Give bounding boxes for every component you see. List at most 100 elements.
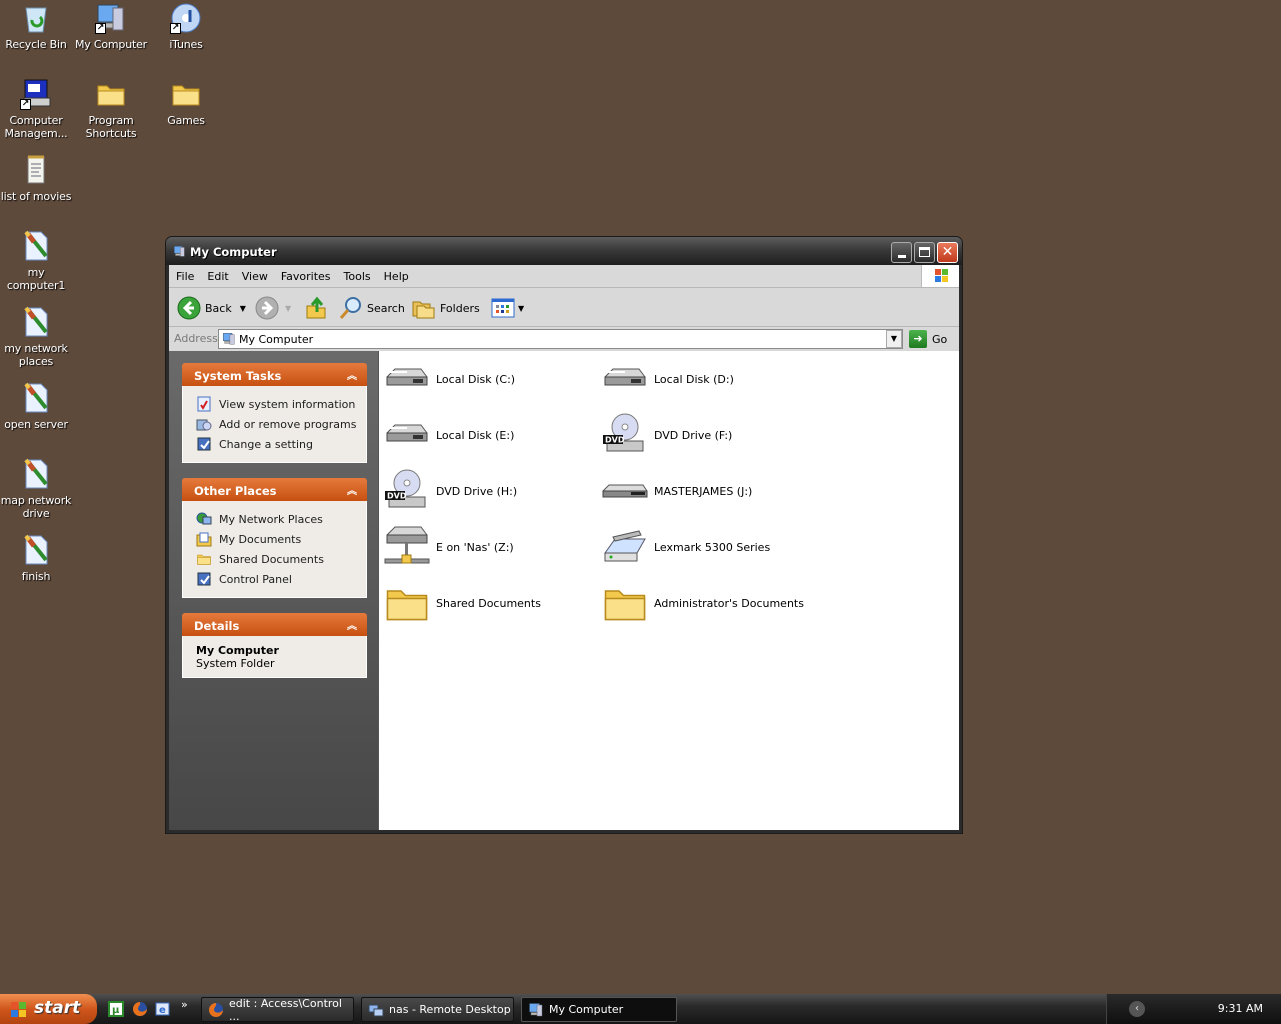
address-label: Address [174, 332, 218, 345]
desktop-icon-map-network-drive[interactable]: map network drive [0, 458, 74, 520]
minimize-button[interactable] [891, 242, 912, 263]
drive-local-disk-d[interactable]: Local Disk (D:) [601, 355, 734, 403]
computer-management-icon: ↗ [20, 78, 52, 110]
drive-dvd-f[interactable]: DVD Drive (F:) [601, 411, 732, 459]
folder-icon [601, 579, 649, 627]
desktop-icon-my-computer1[interactable]: my computer1 [0, 230, 74, 292]
folder-icon [383, 579, 431, 627]
place-my-network-places[interactable]: My Network Places [196, 509, 366, 529]
views-icon [491, 298, 515, 318]
task-my-computer[interactable]: My Computer [521, 997, 677, 1022]
script-file-icon [20, 230, 52, 262]
place-control-panel[interactable]: Control Panel [196, 569, 366, 589]
my-computer-window: My Computer ✕ File Edit View Favorites Tools… [165, 236, 963, 834]
dvd-drive-icon [383, 467, 431, 515]
desktop-icon-my-computer[interactable]: ↗ My Computer [73, 2, 149, 51]
search-icon [339, 297, 361, 319]
collapse-chevron-icon[interactable]: ︽ [347, 617, 357, 632]
system-tasks-header[interactable]: System Tasks ︽ [182, 363, 367, 386]
desktop-icon-my-network-places[interactable]: my network places [0, 306, 74, 368]
network-places-icon [196, 512, 212, 525]
desktop-icon-computer-management[interactable]: ↗ Computer Managem... [0, 78, 74, 140]
desktop-icon-open-server[interactable]: open server [0, 382, 74, 431]
close-button[interactable]: ✕ [937, 242, 958, 263]
close-icon: ✕ [941, 244, 954, 260]
minimize-icon [897, 255, 906, 258]
content-area: Local Disk (C:) Local Disk (D:) Local Di… [378, 351, 959, 830]
folders-button[interactable]: Folders [412, 295, 480, 321]
go-button[interactable]: ➜ Go [909, 330, 947, 348]
my-computer-icon [528, 1002, 544, 1018]
script-file-icon [20, 306, 52, 338]
my-computer-icon: ↗ [95, 2, 127, 34]
shortcut-arrow-icon: ↗ [170, 23, 181, 34]
folders-icon [412, 301, 435, 319]
views-dropdown-icon: ▼ [518, 303, 525, 313]
place-shared-documents[interactable]: Shared Documents [196, 549, 366, 569]
other-places-header[interactable]: Other Places ︽ [182, 478, 367, 501]
menu-file[interactable]: File [169, 265, 200, 288]
folder-shared-documents[interactable]: Shared Documents [383, 579, 541, 627]
utorrent-icon[interactable]: µ [108, 1001, 124, 1017]
quick-launch-overflow-icon[interactable]: » [181, 998, 188, 1011]
search-button[interactable]: Search [339, 295, 405, 321]
forward-button[interactable]: ▼ [255, 295, 291, 321]
desktop-icon-finish[interactable]: finish [0, 534, 74, 583]
menu-help[interactable]: Help [377, 265, 415, 288]
title-bar[interactable]: My Computer ✕ [166, 237, 962, 265]
drive-local-disk-c[interactable]: Local Disk (C:) [383, 355, 515, 403]
system-info-icon [197, 396, 211, 412]
menu-edit[interactable]: Edit [200, 265, 234, 288]
maximize-button[interactable] [914, 242, 935, 263]
shortcut-arrow-icon: ↗ [95, 23, 106, 34]
drive-masterjames-j[interactable]: MASTERJAMES (J:) [601, 467, 752, 515]
desktop-icon-itunes[interactable]: ↗ iTunes [148, 2, 224, 51]
svg-text:e: e [159, 1005, 166, 1016]
back-button[interactable]: Back ▼ [177, 295, 246, 321]
address-dropdown-button[interactable]: ▼ [886, 330, 902, 348]
views-button[interactable]: ▼ [491, 295, 524, 321]
dvd-drive-icon [601, 411, 649, 459]
desktop-icon-recycle-bin[interactable]: Recycle Bin [0, 2, 74, 51]
task-add-remove-programs[interactable]: Add or remove programs [196, 414, 366, 434]
desktop-icon-list-of-movies[interactable]: list of movies [0, 154, 74, 203]
itunes-icon: ↗ [170, 2, 202, 34]
folder-administrators-documents[interactable]: Administrator's Documents [601, 579, 804, 627]
menu-tools[interactable]: Tools [337, 265, 377, 288]
firefox-icon[interactable] [132, 1001, 148, 1017]
start-button[interactable]: start [0, 994, 97, 1024]
place-my-documents[interactable]: My Documents [196, 529, 366, 549]
task-change-a-setting[interactable]: Change a setting [196, 434, 366, 454]
task-view-system-information[interactable]: View system information [196, 394, 366, 414]
back-dropdown-icon[interactable]: ▼ [240, 304, 246, 313]
windows-logo-icon [921, 265, 959, 287]
menu-favorites[interactable]: Favorites [274, 265, 337, 288]
drive-network-z[interactable]: E on 'Nas' (Z:) [383, 523, 514, 571]
up-folder-button[interactable] [305, 295, 327, 321]
collapse-chevron-icon[interactable]: ︽ [347, 482, 357, 497]
show-hidden-icons-button[interactable]: ‹ [1129, 1001, 1145, 1017]
my-computer-icon [173, 244, 186, 259]
control-panel-icon [196, 571, 212, 587]
desktop-icon-games[interactable]: Games [148, 78, 224, 127]
collapse-chevron-icon[interactable]: ︽ [347, 367, 357, 382]
clock[interactable]: 9:31 AM [1218, 1002, 1263, 1015]
back-arrow-icon [177, 296, 201, 320]
drive-dvd-h[interactable]: DVD Drive (H:) [383, 467, 517, 515]
scanner-lexmark-5300[interactable]: Lexmark 5300 Series [601, 523, 770, 571]
address-input[interactable]: My Computer ▼ [218, 329, 903, 349]
task-firefox-edit[interactable]: edit : Access\Control ... [201, 997, 354, 1023]
system-tasks-panel: System Tasks ︽ View system information Ad… [182, 363, 367, 463]
folder-icon [170, 78, 202, 110]
forward-dropdown-icon: ▼ [285, 303, 292, 313]
drive-local-disk-e[interactable]: Local Disk (E:) [383, 411, 514, 459]
address-bar: Address My Computer ▼ ➜ Go [169, 327, 959, 350]
scanner-icon [601, 523, 649, 571]
network-drive-icon [383, 523, 431, 571]
ie-icon[interactable]: e [155, 1001, 171, 1017]
task-remote-desktop[interactable]: nas - Remote Desktop [361, 997, 514, 1022]
menu-view[interactable]: View [235, 265, 274, 288]
details-header[interactable]: Details ︽ [182, 613, 367, 636]
desktop-icon-program-shortcuts[interactable]: Program Shortcuts [73, 78, 149, 140]
taskbar: start µ e » edit : Access\Control ... na… [0, 994, 1281, 1024]
